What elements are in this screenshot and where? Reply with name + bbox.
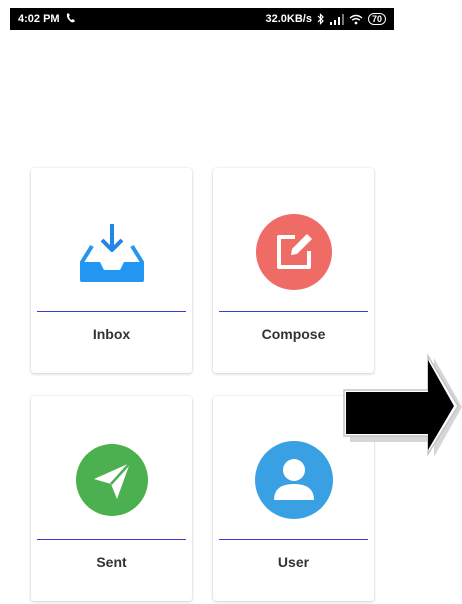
status-time: 4:02 PM	[18, 13, 60, 25]
sent-label: Sent	[96, 554, 127, 570]
battery-icon: 70	[367, 13, 386, 25]
tile-divider	[219, 311, 368, 312]
inbox-label: Inbox	[92, 326, 131, 342]
sent-tile[interactable]: Sent	[31, 396, 192, 601]
paper-plane-icon	[75, 444, 148, 516]
inbox-icon-wrap	[31, 206, 192, 298]
compose-icon	[255, 214, 332, 290]
sent-icon-wrap	[31, 434, 192, 526]
tile-divider	[219, 539, 368, 540]
compose-icon-wrap	[213, 206, 374, 298]
compose-label: Compose	[261, 326, 326, 342]
inbox-tile[interactable]: Inbox	[31, 168, 192, 373]
inbox-icon	[79, 224, 144, 282]
next-arrow	[338, 350, 462, 465]
user-icon	[254, 441, 333, 519]
tile-divider	[37, 539, 186, 540]
status-left: 4:02 PM	[18, 12, 77, 27]
signal-icon	[329, 13, 344, 25]
tile-divider	[37, 311, 186, 312]
status-bar: 4:02 PM 32.0KB/s 70	[10, 8, 394, 30]
user-label: User	[277, 554, 310, 570]
arrow-right-icon	[343, 353, 462, 457]
compose-tile[interactable]: Compose	[213, 168, 374, 373]
bluetooth-icon	[317, 13, 325, 25]
call-icon	[65, 12, 77, 27]
wifi-icon	[349, 14, 363, 25]
network-speed: 32.0KB/s	[265, 13, 312, 25]
status-right: 32.0KB/s 70	[265, 13, 386, 25]
